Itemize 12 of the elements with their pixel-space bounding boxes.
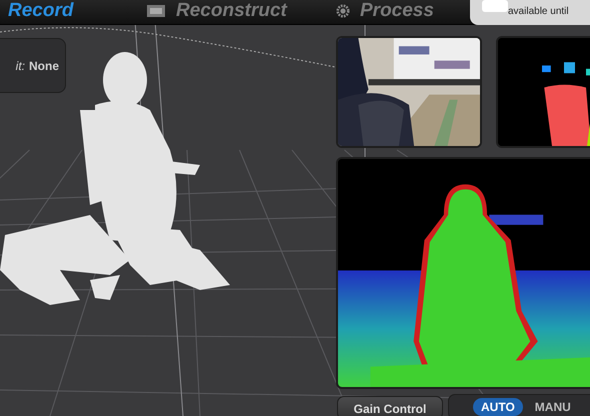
info-label: it: [16, 58, 25, 72]
info-value: None [29, 58, 59, 72]
checkbox[interactable] [482, 0, 508, 12]
tab[interactable]: Process [330, 0, 440, 24]
tab[interactable]: Reconstruct [140, 0, 293, 24]
gear-icon [336, 4, 350, 18]
film-icon [146, 3, 166, 19]
gain-control-button[interactable]: Gain Control [337, 396, 443, 416]
mode-option[interactable]: AUTO [473, 398, 523, 416]
notice-text: available until [508, 6, 569, 17]
tab[interactable]: Record [2, 0, 80, 24]
mode-option[interactable]: MANU [526, 398, 579, 416]
